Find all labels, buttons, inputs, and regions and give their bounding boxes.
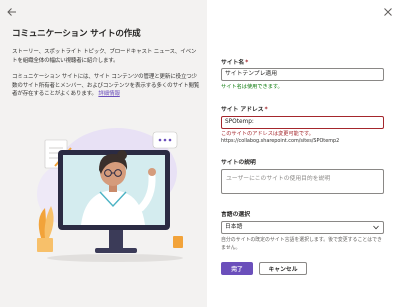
site-description-label: サイトの説明: [221, 160, 256, 166]
language-select[interactable]: 日本語: [221, 221, 384, 234]
required-mark: *: [264, 107, 268, 113]
site-name-availability-message: サイト名は使用できます。: [221, 84, 283, 90]
language-label: 言語の選択: [221, 212, 250, 218]
language-help-text: 自分のサイトの既定のサイト言語を選択します。後で変更することはできません。: [221, 237, 382, 251]
site-address-error-message: このサイトのアドレスは変更可能です。: [221, 131, 314, 137]
finish-button[interactable]: 完了: [221, 262, 253, 275]
site-address-input[interactable]: SPOtemp:: [221, 116, 384, 129]
cancel-button[interactable]: キャンセル: [259, 262, 307, 275]
communication-site-illustration: [37, 128, 183, 262]
panel-description-detail: コミュニケーション サイトには、サイト コンテンツの管理と更新に役立つ少数のサイ…: [12, 73, 200, 99]
site-address-label-text: サイト アドレス: [221, 107, 264, 113]
site-description-field[interactable]: ユーザーにこのサイトの使用目的を説明: [221, 169, 384, 194]
info-panel: コミュニケーション サイトの作成 ストーリー、スポットライト トピック、ブロード…: [0, 0, 207, 307]
site-name-input[interactable]: サイトテンプレ適用: [221, 68, 384, 81]
panel-description: ストーリー、スポットライト トピック、ブロードキャスト ニュース、イベントを組織…: [12, 49, 197, 64]
language-selected-value: 日本語: [225, 224, 243, 230]
close-icon[interactable]: [383, 7, 393, 17]
site-name-label: サイト名*: [221, 57, 248, 66]
form-panel: [207, 0, 400, 307]
learn-more-link[interactable]: 詳細情報: [98, 91, 120, 97]
site-name-label-text: サイト名: [221, 60, 245, 66]
chevron-down-icon: [373, 225, 379, 230]
page-title: コミュニケーション サイトの作成: [12, 29, 141, 39]
required-mark: *: [245, 60, 249, 66]
site-address-label: サイト アドレス*: [221, 104, 268, 113]
back-arrow-icon[interactable]: [7, 7, 17, 17]
site-url-preview: https://collabog.sharepoint.com/sites/SP…: [221, 138, 340, 144]
